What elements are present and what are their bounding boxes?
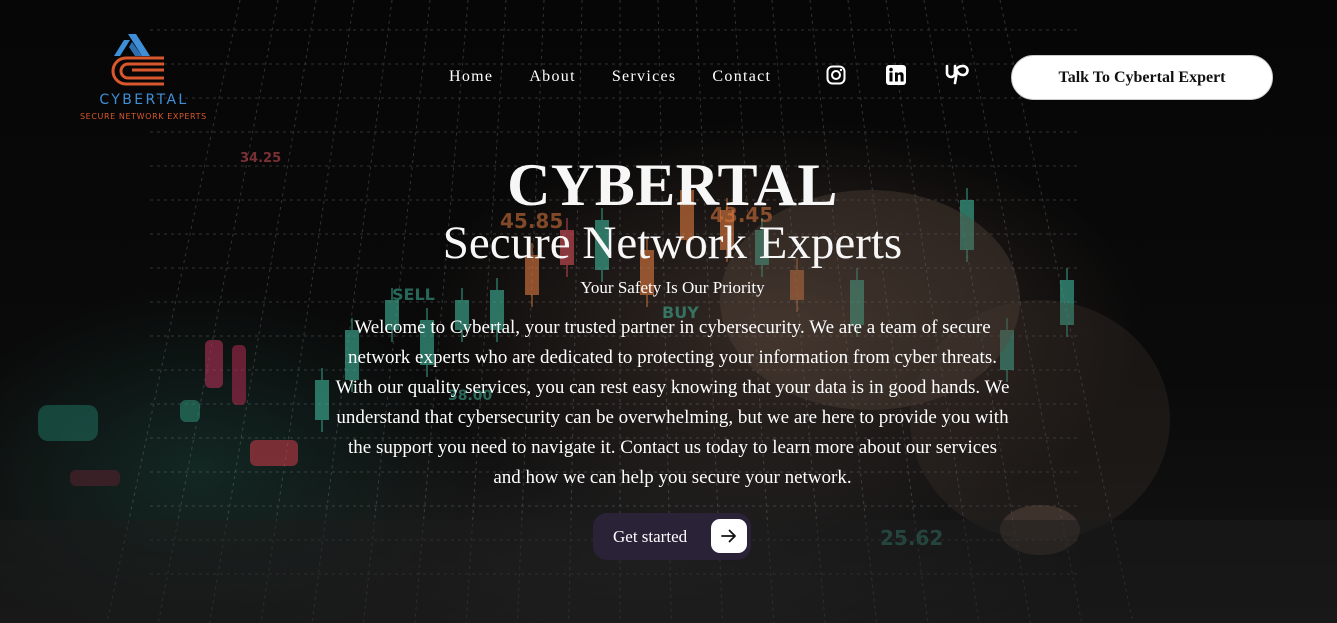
- upwork-icon[interactable]: [945, 63, 971, 85]
- nav-services-link[interactable]: Services: [612, 68, 677, 86]
- main-nav: Home About Services Contact: [449, 68, 807, 86]
- hero-subtitle: Secure Network Experts: [442, 217, 903, 269]
- logo-mark-icon: [111, 34, 164, 86]
- nav-about-link[interactable]: About: [529, 68, 576, 86]
- logo-wordmark: CYBERTAL: [99, 92, 189, 108]
- arrow-right-icon: [711, 519, 747, 553]
- nav-home-link[interactable]: Home: [449, 68, 493, 86]
- hero-title: CYBERTAL: [507, 152, 838, 218]
- nav-contact-link[interactable]: Contact: [712, 68, 771, 86]
- logo-tagline: SECURE NETWORK EXPERTS: [80, 112, 207, 121]
- get-started-label: Get started: [613, 526, 688, 546]
- talk-to-expert-button[interactable]: Talk To Cybertal Expert: [1011, 55, 1273, 100]
- linkedin-icon[interactable]: [886, 65, 906, 85]
- cybertal-logo[interactable]: CYBERTAL SECURE NETWORK EXPERTS: [80, 32, 207, 124]
- get-started-button[interactable]: Get started: [593, 513, 751, 560]
- instagram-icon[interactable]: [826, 65, 846, 85]
- hero-description: Welcome to Cybertal, your trusted partne…: [335, 317, 1010, 488]
- hero-tagline: Your Safety Is Our Priority: [580, 278, 765, 297]
